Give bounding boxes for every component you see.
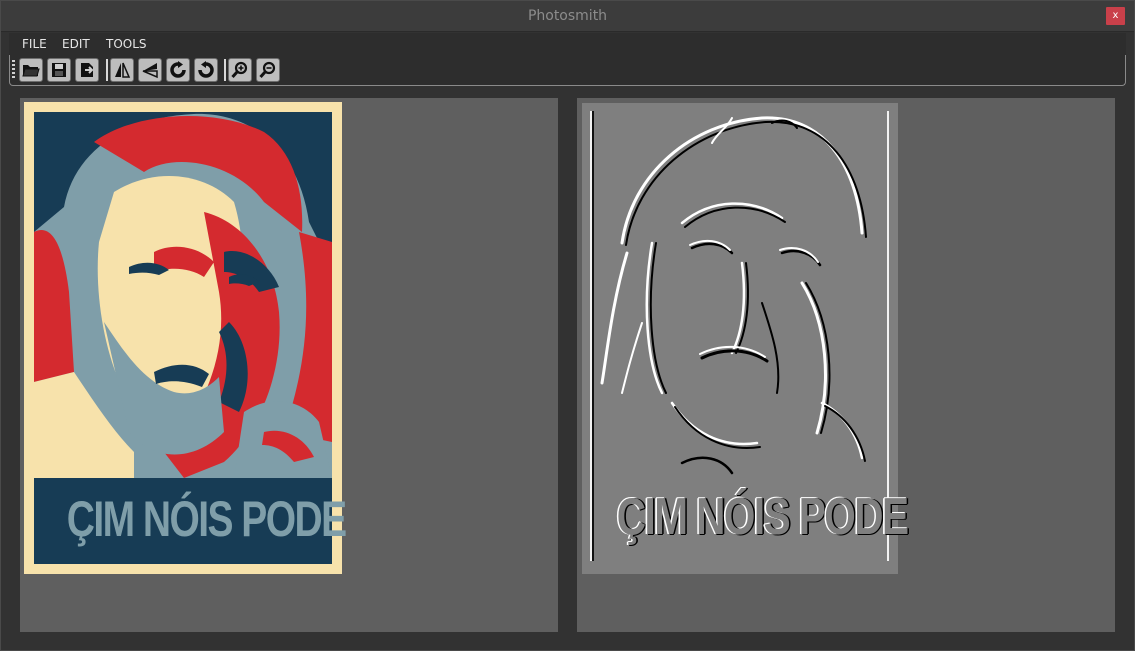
flip-vertical-button[interactable] — [138, 58, 162, 82]
close-button[interactable]: x — [1106, 7, 1125, 25]
toolbar-separator — [106, 59, 108, 81]
zoom-in-icon — [231, 61, 248, 79]
rotate-clockwise-button[interactable] — [166, 58, 190, 82]
poster-caption-band: ÇIM NÓIS PODE — [34, 478, 347, 564]
title-bar: Photosmith x — [1, 1, 1134, 32]
export-button[interactable] — [75, 58, 99, 82]
export-icon — [81, 63, 94, 77]
toolbar-grip[interactable] — [12, 60, 15, 80]
processed-caption: ÇIM NÓIS PODE — [616, 488, 909, 546]
rotate-counterclockwise-button[interactable] — [194, 58, 218, 82]
open-button[interactable] — [19, 58, 43, 82]
toolbar — [9, 55, 1126, 86]
portrait-artwork — [34, 112, 332, 478]
zoom-in-button[interactable] — [228, 58, 252, 82]
open-folder-icon — [22, 65, 40, 77]
window-title: Photosmith — [527, 8, 608, 24]
menu-tools[interactable]: TOOLS — [106, 37, 147, 51]
menu-file[interactable]: FILE — [22, 37, 47, 51]
flip-vertical-icon — [142, 63, 158, 79]
processed-image: ÇIM NÓIS PODE — [582, 103, 909, 574]
menu-bar: FILE EDIT TOOLS — [9, 33, 1126, 55]
zoom-out-button[interactable] — [256, 58, 280, 82]
original-image-pane[interactable]: ÇIM NÓIS PODE — [20, 98, 558, 632]
edge-border-left-shadow — [592, 111, 594, 561]
poster-caption: ÇIM NÓIS PODE — [66, 491, 347, 547]
flip-horizontal-button[interactable] — [110, 58, 134, 82]
menu-edit[interactable]: EDIT — [62, 37, 90, 51]
flip-horizontal-icon — [115, 62, 131, 78]
rotate-clockwise-icon — [170, 61, 186, 78]
rotate-counterclockwise-icon — [198, 61, 214, 78]
original-image: ÇIM NÓIS PODE — [24, 102, 347, 574]
save-icon — [52, 63, 66, 77]
app-window: Photosmith x FILE EDIT TOOLS ÇIM NÓIS PO… — [0, 0, 1135, 651]
processed-image-pane[interactable]: ÇIM NÓIS PODE — [577, 98, 1115, 632]
zoom-out-icon — [259, 61, 276, 79]
toolbar-separator — [224, 59, 226, 81]
save-button[interactable] — [47, 58, 71, 82]
